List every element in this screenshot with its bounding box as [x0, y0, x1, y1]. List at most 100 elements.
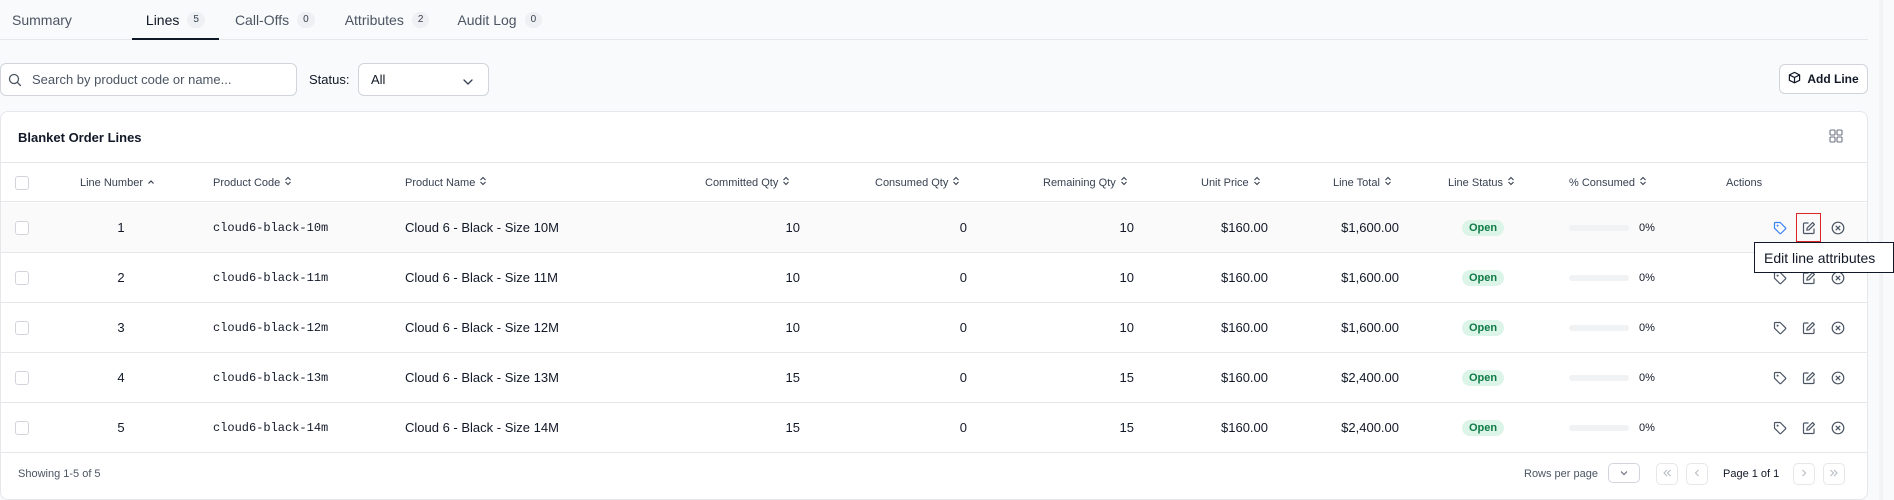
column-header-unit-price[interactable]: Unit Price	[1201, 163, 1261, 202]
consumed-qty-cell: 0	[959, 370, 967, 385]
column-header-line-number[interactable]: Line Number	[80, 163, 155, 202]
lines-table-card: Blanket Order Lines Line Number Product …	[0, 111, 1868, 500]
column-header-product-code[interactable]: Product Code	[213, 163, 292, 202]
card-title: Blanket Order Lines	[18, 130, 142, 145]
line-number-cell: 4	[117, 370, 125, 385]
column-label: % Consumed	[1569, 176, 1636, 189]
column-label: Line Number	[80, 176, 143, 189]
last-page-button[interactable]	[1823, 463, 1845, 485]
status-filter-select[interactable]: All	[358, 63, 489, 96]
table-header: Line Number Product Code Product Name Co…	[1, 162, 1867, 202]
cancel-circle-icon[interactable]	[1827, 217, 1849, 239]
sort-icon	[952, 176, 960, 189]
column-header-line-status[interactable]: Line Status	[1448, 163, 1515, 202]
row-checkbox[interactable]	[15, 320, 29, 335]
unit-price-cell: $160.00	[1221, 370, 1268, 385]
pct-consumed-value: 0%	[1639, 321, 1655, 334]
line-status-cell: Open	[1462, 353, 1505, 402]
product-code-cell: cloud6-black-13m	[213, 370, 329, 385]
row-select-cell	[15, 303, 29, 352]
add-line-button[interactable]: Add Line	[1779, 64, 1868, 94]
tab-audit-log[interactable]: Audit Log 0	[443, 0, 556, 39]
column-label: Committed Qty	[705, 176, 779, 189]
table-row[interactable]: 4 cloud6-black-13m Cloud 6 - Black - Siz…	[1, 353, 1867, 403]
first-page-button[interactable]	[1656, 463, 1678, 485]
tab-call-offs[interactable]: Call-Offs 0	[219, 0, 331, 39]
tab-count-badge: 0	[297, 11, 315, 28]
unit-price-cell: $160.00	[1221, 420, 1268, 435]
pct-consumed-cell: 0%	[1569, 353, 1655, 402]
pct-consumed-value: 0%	[1639, 271, 1655, 284]
table-footer: Showing 1-5 of 5 Rows per page Page 1 of…	[1, 452, 1867, 500]
line-total-cell: $2,400.00	[1341, 420, 1399, 435]
chevrons-right-icon	[1829, 465, 1839, 483]
sort-icon	[479, 176, 487, 189]
tab-label: Attributes	[344, 11, 404, 28]
column-header-line-total[interactable]: Line Total	[1333, 163, 1392, 202]
pct-consumed-value: 0%	[1639, 221, 1655, 234]
chevron-down-icon	[462, 75, 474, 90]
sort-icon	[1639, 176, 1647, 189]
tab-lines[interactable]: Lines 5	[131, 0, 219, 40]
tab-count-badge: 0	[524, 11, 543, 28]
column-header-actions: Actions	[1726, 163, 1762, 202]
edit-icon[interactable]	[1798, 367, 1820, 389]
column-label: Product Code	[213, 176, 281, 189]
edit-icon[interactable]	[1796, 213, 1821, 242]
sort-asc-icon	[147, 177, 155, 189]
sort-icon	[782, 176, 790, 189]
search-box[interactable]	[0, 63, 297, 96]
line-total-cell: $1,600.00	[1341, 270, 1399, 285]
cancel-circle-icon[interactable]	[1827, 317, 1849, 339]
edit-icon[interactable]	[1798, 317, 1820, 339]
row-checkbox[interactable]	[15, 370, 29, 385]
chevron-right-icon	[1799, 465, 1809, 483]
status-filter-label: Status:	[309, 72, 350, 87]
line-number-cell: 5	[117, 420, 125, 435]
table-row[interactable]: 5 cloud6-black-14m Cloud 6 - Black - Siz…	[1, 403, 1867, 453]
tab-count-badge: 2	[411, 11, 430, 28]
committed-qty-cell: 10	[785, 320, 800, 335]
rows-per-page-select[interactable]	[1608, 463, 1640, 483]
row-checkbox[interactable]	[15, 270, 29, 285]
line-status-cell: Open	[1462, 303, 1505, 352]
product-code-cell: cloud6-black-10m	[213, 220, 329, 235]
tab-attributes[interactable]: Attributes 2	[331, 0, 444, 39]
remaining-qty-cell: 10	[1119, 270, 1134, 285]
status-badge: Open	[1462, 319, 1505, 336]
cancel-circle-icon[interactable]	[1827, 417, 1849, 439]
unit-price-cell: $160.00	[1221, 320, 1268, 335]
cancel-circle-icon[interactable]	[1827, 367, 1849, 389]
column-header-product-name[interactable]: Product Name	[405, 163, 487, 202]
column-header-pct-consumed[interactable]: % Consumed	[1569, 163, 1647, 202]
next-page-button[interactable]	[1793, 463, 1815, 485]
tag-icon[interactable]	[1769, 367, 1791, 389]
line-total-cell: $1,600.00	[1341, 320, 1399, 335]
pct-consumed-value: 0%	[1639, 371, 1655, 384]
consumed-progress-bar	[1569, 424, 1629, 431]
tab-summary[interactable]: Summary	[0, 0, 84, 39]
product-name-cell: Cloud 6 - Black - Size 10M	[405, 220, 559, 235]
tag-icon[interactable]	[1769, 317, 1791, 339]
status-badge: Open	[1462, 419, 1505, 436]
prev-page-button[interactable]	[1686, 463, 1708, 485]
column-header-remaining-qty[interactable]: Remaining Qty	[1043, 163, 1128, 202]
edit-icon[interactable]	[1798, 417, 1820, 439]
column-header-committed-qty[interactable]: Committed Qty	[705, 163, 790, 202]
consumed-progress-bar	[1569, 374, 1629, 381]
tag-icon[interactable]	[1769, 417, 1791, 439]
table-row[interactable]: 1 cloud6-black-10m Cloud 6 - Black - Siz…	[1, 203, 1867, 253]
table-row[interactable]: 3 cloud6-black-12m Cloud 6 - Black - Siz…	[1, 303, 1867, 353]
table-row[interactable]: 2 cloud6-black-11m Cloud 6 - Black - Siz…	[1, 253, 1867, 303]
pct-consumed-value: 0%	[1639, 421, 1655, 434]
grid-view-icon[interactable]	[1829, 129, 1843, 148]
search-input[interactable]	[32, 72, 287, 87]
row-select-cell	[15, 403, 29, 452]
select-all-checkbox[interactable]	[15, 175, 29, 190]
row-checkbox[interactable]	[15, 220, 29, 235]
row-checkbox[interactable]	[15, 420, 29, 435]
column-label: Line Total	[1333, 176, 1380, 189]
column-header-consumed-qty[interactable]: Consumed Qty	[875, 163, 960, 202]
tab-label: Summary	[12, 11, 72, 28]
tag-icon[interactable]	[1769, 217, 1791, 239]
